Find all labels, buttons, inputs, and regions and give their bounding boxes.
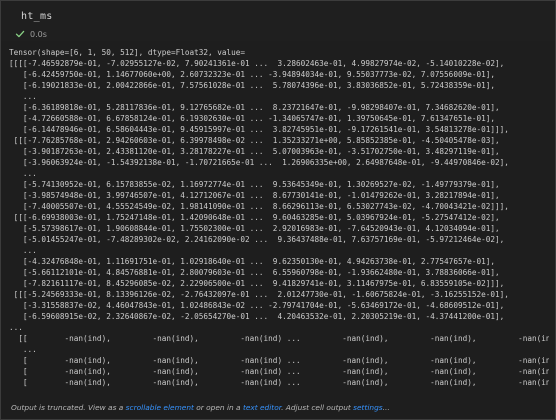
- output-line: [-3.31558837e-02, 4.46047843e-01, 1.0248…: [9, 301, 505, 310]
- output-line: [-6.19021833e-01, 2.00422866e-01, 7.5756…: [9, 81, 495, 90]
- output-line: [[[[-7.46592879e-01, -7.02955127e-02, 7.…: [9, 59, 505, 68]
- output-line: [-3.90187263e-01, 2.43381120e-01, 3.2817…: [9, 147, 500, 156]
- output-line: [ -nan(ind), -nan(ind), -nan(ind) ... -n…: [9, 356, 549, 365]
- cell-output[interactable]: Tensor(shape=[6, 1, 50, 512], dtype=Floa…: [9, 47, 549, 401]
- scrollable-element-link[interactable]: scrollable element: [126, 403, 194, 412]
- output-line: [-3.96063924e-01, -1.54392138e-01, -1.70…: [9, 158, 509, 167]
- output-line: ...: [9, 92, 37, 101]
- output-line: [-6.14478946e-01, 6.58604443e-01, 9.4591…: [9, 125, 509, 134]
- output-line: Tensor(shape=[6, 1, 50, 512], dtype=Floa…: [9, 48, 246, 57]
- notice-middle2: . Adjust cell output: [281, 403, 354, 412]
- output-line: [-7.82161117e-01, 8.45296085e-02, 2.2290…: [9, 279, 505, 288]
- cell-input-code[interactable]: ht_ms: [21, 11, 53, 22]
- output-line: [-5.01455247e-01, -7.48289302e-02, 2.241…: [9, 235, 505, 244]
- output-line: [-5.74130952e-01, 6.15783855e-02, 1.1697…: [9, 180, 500, 189]
- output-truncated-notice: Output is truncated. View as a scrollabl…: [11, 403, 551, 415]
- output-line: [-5.57398617e-01, 1.90608844e-01, 1.7550…: [9, 224, 500, 233]
- output-line: [-3.98574948e-01, 3.99746507e-01, 4.1271…: [9, 191, 500, 200]
- output-line: [[[-7.76285768e-01, 2.94260603e-01, 6.39…: [9, 136, 500, 145]
- notebook-cell-frame: ht_ms 0.0s Tensor(shape=[6, 1, 50, 512],…: [0, 0, 556, 420]
- text-editor-link[interactable]: text editor: [243, 403, 281, 412]
- output-line: [ -nan(ind), -nan(ind), -nan(ind) ... -n…: [9, 378, 549, 387]
- output-line: ...: [9, 169, 37, 178]
- output-line: [-6.42459750e-01, 1.14677060e+00, 2.6073…: [9, 70, 495, 79]
- output-line: ...: [9, 345, 37, 354]
- execution-time: 0.0s: [30, 29, 47, 39]
- check-icon: [15, 30, 25, 38]
- execution-status: 0.0s: [15, 28, 47, 40]
- output-line: [-6.36189818e-01, 5.28117836e-01, 9.1276…: [9, 103, 500, 112]
- output-line: [[[-5.24569333e-01, 8.13396126e-02, -2.7…: [9, 290, 509, 299]
- output-line: [-5.66112101e-01, 4.84576881e-01, 2.8007…: [9, 268, 500, 277]
- settings-link[interactable]: settings: [353, 403, 382, 412]
- output-line: [-4.32476848e-01, 1.11691751e-01, 1.0291…: [9, 257, 495, 266]
- output-line: [ -nan(ind), -nan(ind), -nan(ind) ... -n…: [9, 367, 549, 376]
- output-line: [[ -nan(ind), -nan(ind), -nan(ind) ... -…: [9, 334, 549, 343]
- output-line: [-4.72660588e-01, 6.67858124e-01, 6.1930…: [9, 114, 495, 123]
- cell-header: ht_ms 0.0s: [1, 1, 555, 41]
- output-line: [[[-6.69938003e-01, 1.75247148e-01, 1.42…: [9, 213, 500, 222]
- output-line: [-6.59608915e-02, 2.32640867e-02, -2.056…: [9, 312, 505, 321]
- output-line: ...: [9, 246, 37, 255]
- notice-suffix: ...: [382, 403, 390, 412]
- notice-prefix: Output is truncated. View as a: [11, 403, 126, 412]
- output-line: ...: [9, 323, 23, 332]
- output-line: [-7.40005507e-01, 4.55524549e-02, 1.9814…: [9, 202, 509, 211]
- notice-middle: or open in a: [193, 403, 243, 412]
